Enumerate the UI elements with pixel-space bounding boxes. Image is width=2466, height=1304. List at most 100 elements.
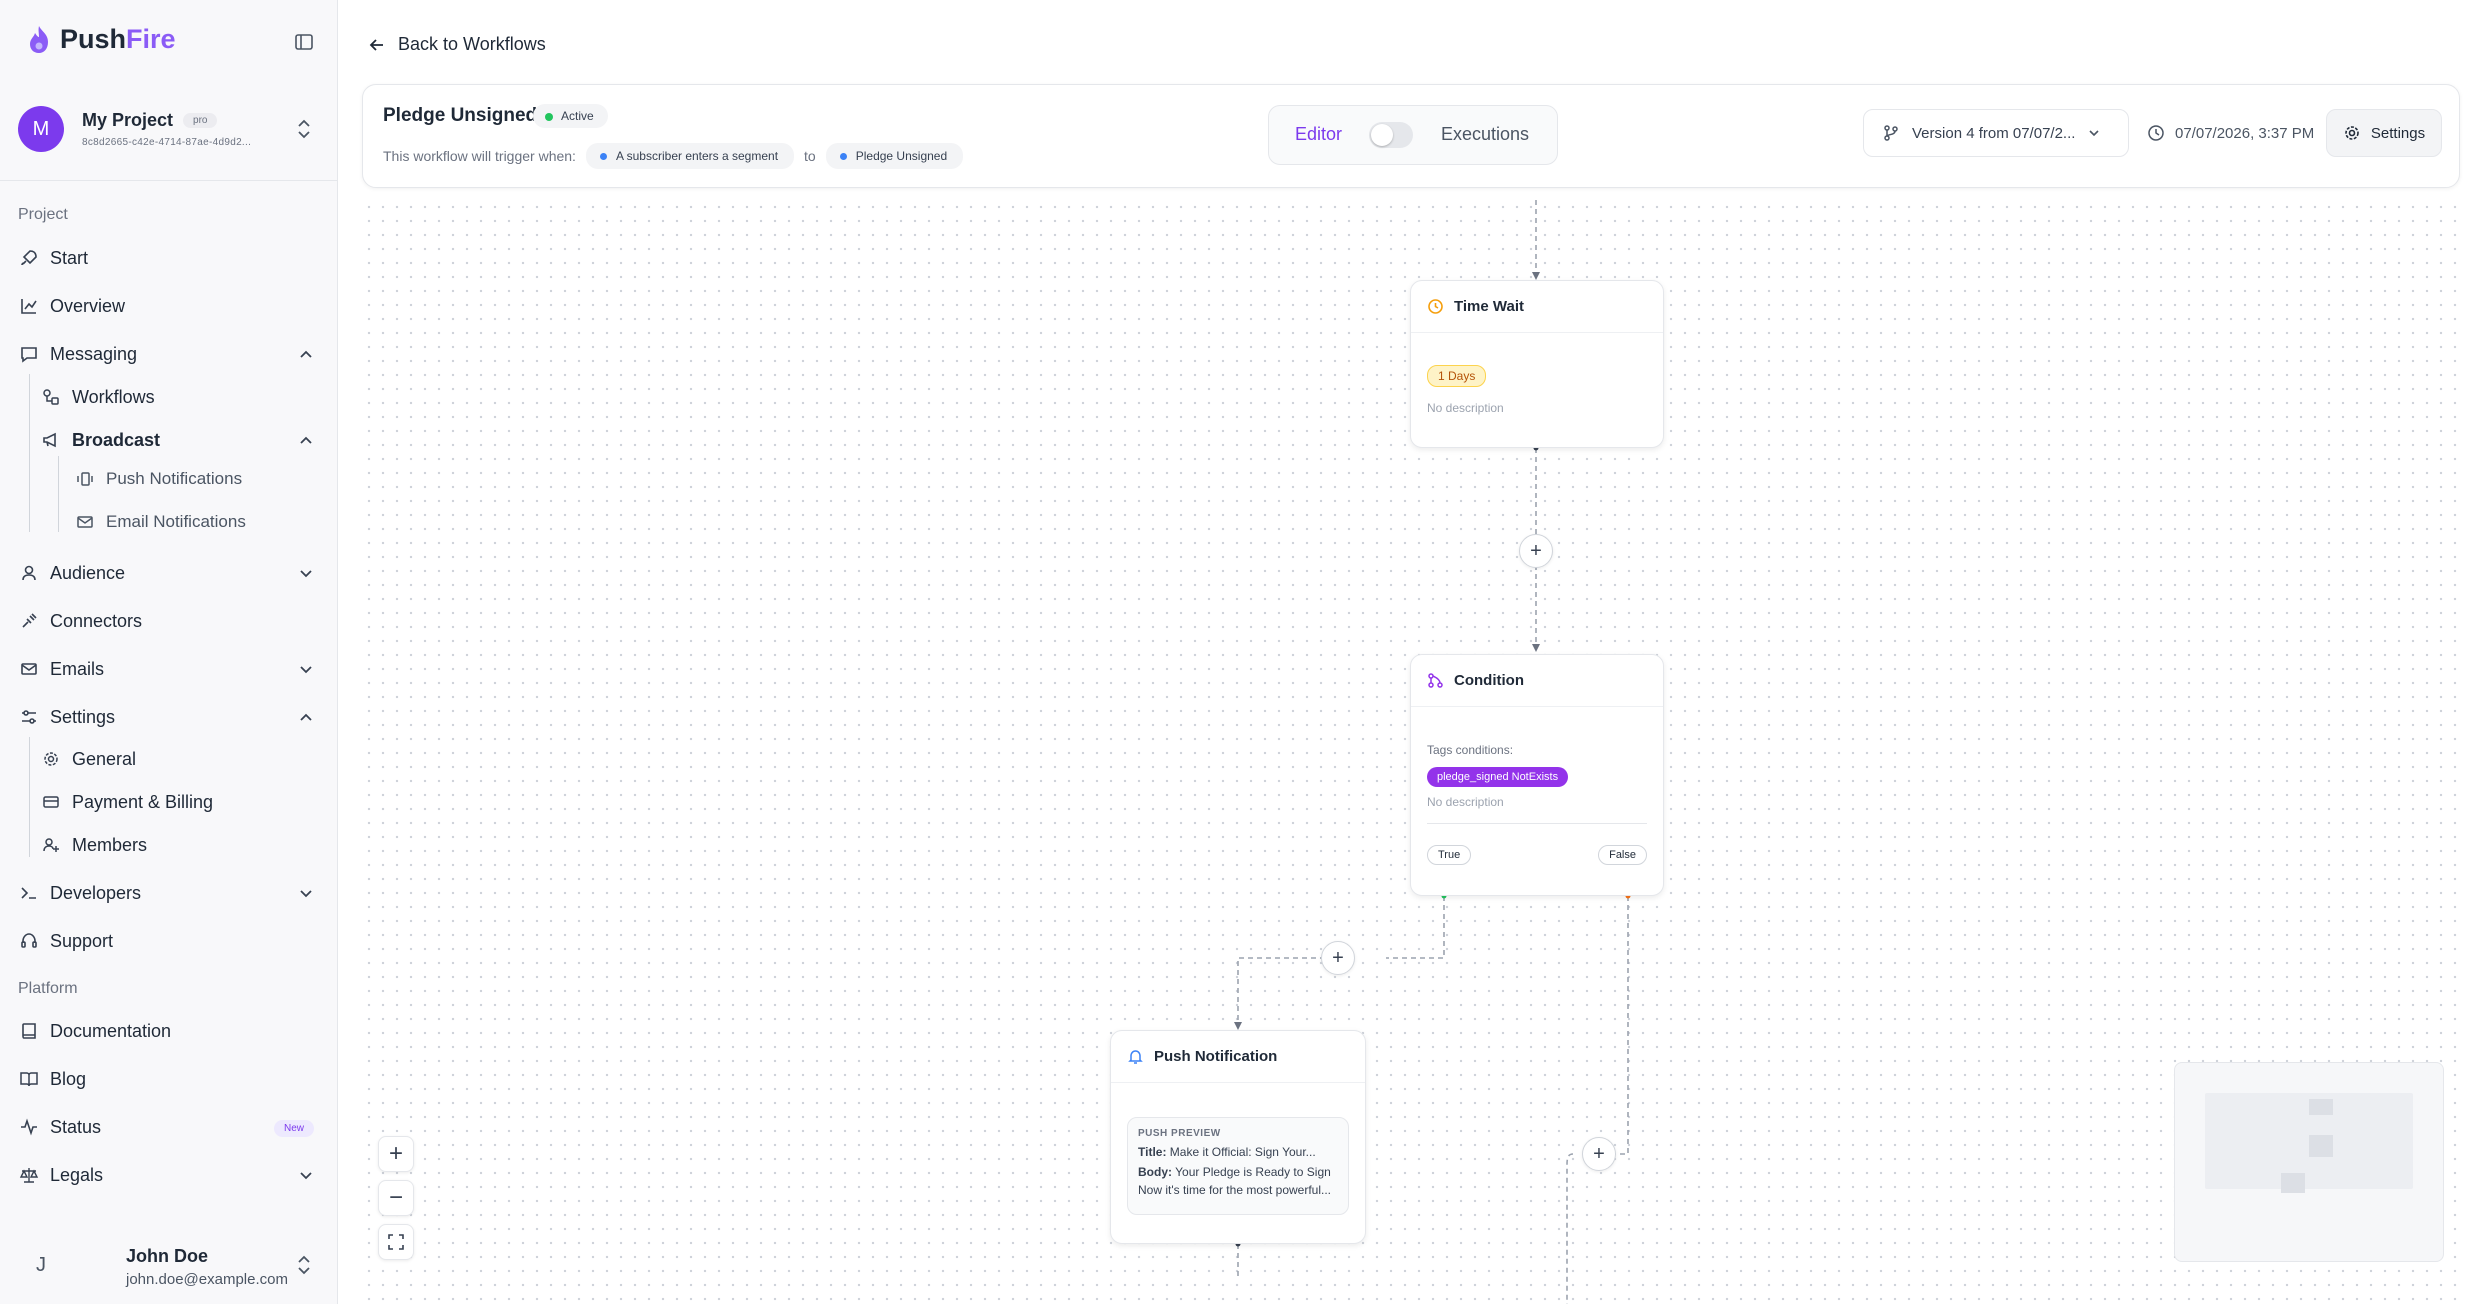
- gear-icon: [2345, 126, 2359, 140]
- gear-icon: [40, 748, 62, 770]
- user-menu[interactable]: J John Doe john.doe@example.com: [0, 1236, 338, 1296]
- chevron-down-icon[interactable]: [296, 883, 316, 903]
- tree-line: [29, 374, 30, 532]
- sidebar-item-push-notifications[interactable]: Push Notifications: [74, 465, 242, 493]
- workflow-icon: [40, 386, 62, 408]
- node-push-notification[interactable]: Push Notification PUSH PREVIEW Title: Ma…: [1110, 1030, 1366, 1244]
- sidebar-item-messaging[interactable]: Messaging: [18, 340, 137, 368]
- mode-switch[interactable]: [1369, 122, 1413, 148]
- trigger-event-pill[interactable]: A subscriber enters a segment: [585, 143, 795, 169]
- sidebar-item-overview[interactable]: Overview: [18, 292, 125, 320]
- back-to-workflows-link[interactable]: Back to Workflows: [368, 34, 546, 55]
- sidebar-item-members[interactable]: Members: [40, 831, 147, 859]
- mode-toggle: Editor Executions: [1268, 105, 1558, 165]
- workflow-header: Pledge Unsigned Active This workflow wil…: [362, 84, 2460, 188]
- add-step-button[interactable]: +: [1321, 941, 1355, 975]
- sidebar-item-documentation[interactable]: Documentation: [18, 1017, 171, 1045]
- chevron-down-icon: [2089, 130, 2100, 137]
- vibrate-icon: [74, 468, 96, 490]
- zoom-out-button[interactable]: −: [378, 1180, 414, 1216]
- user-plus-icon: [40, 834, 62, 856]
- tab-executions[interactable]: Executions: [1441, 124, 1529, 145]
- sidebar-item-general[interactable]: General: [40, 745, 136, 773]
- user-email: john.doe@example.com: [126, 1271, 288, 1288]
- sidebar-item-support[interactable]: Support: [18, 927, 113, 955]
- chevron-up-icon[interactable]: [296, 707, 316, 727]
- sidebar-item-connectors[interactable]: Connectors: [18, 607, 142, 635]
- sidebar-item-payment-billing[interactable]: Payment & Billing: [40, 788, 213, 816]
- sidebar-item-status[interactable]: Status: [18, 1113, 101, 1141]
- plus-icon: +: [388, 1140, 403, 1167]
- tag-condition-chip: pledge_signed NotExists: [1427, 767, 1569, 787]
- credit-card-icon: [40, 791, 62, 813]
- minimap[interactable]: [2174, 1062, 2444, 1262]
- chevron-up-icon[interactable]: [296, 430, 316, 450]
- section-label-project: Project: [18, 206, 68, 223]
- branch-true-label: True: [1427, 845, 1472, 865]
- node-time-wait[interactable]: Time Wait 1 Days No description: [1410, 280, 1664, 448]
- activity-icon: [18, 1116, 40, 1138]
- book-icon: [18, 1020, 40, 1042]
- sidebar-item-emails[interactable]: Emails: [18, 655, 104, 683]
- sidebar-item-workflows[interactable]: Workflows: [40, 383, 155, 411]
- user-avatar: J: [36, 1254, 46, 1276]
- chevron-down-icon[interactable]: [296, 563, 316, 583]
- sidebar-toggle-icon[interactable]: [294, 32, 316, 52]
- sidebar: PushFire M My Project pro 8c8d2665-c42e-4…: [0, 0, 338, 1304]
- scale-icon: [18, 1164, 40, 1186]
- sidebar-item-start[interactable]: Start: [18, 244, 88, 272]
- user-icon: [18, 562, 40, 584]
- node-title: Push Notification: [1154, 1048, 1278, 1065]
- new-badge: New: [274, 1120, 315, 1137]
- node-condition[interactable]: Condition Tags conditions: pledge_signed…: [1410, 654, 1664, 896]
- brand-logo[interactable]: PushFire: [26, 24, 176, 55]
- sidebar-item-developers[interactable]: Developers: [18, 879, 141, 907]
- zoom-in-button[interactable]: +: [378, 1136, 414, 1172]
- chevron-up-icon[interactable]: [296, 344, 316, 364]
- book-open-icon: [18, 1068, 40, 1090]
- node-description: No description: [1427, 795, 1504, 809]
- sidebar-item-settings[interactable]: Settings: [18, 703, 115, 731]
- chart-line-icon: [18, 295, 40, 317]
- sidebar-item-audience[interactable]: Audience: [18, 559, 125, 587]
- minus-icon: −: [388, 1184, 403, 1211]
- duration-badge: 1 Days: [1427, 365, 1487, 387]
- git-branch-icon: [1884, 125, 1898, 141]
- add-step-button[interactable]: +: [1582, 1137, 1616, 1171]
- sidebar-item-blog[interactable]: Blog: [18, 1065, 86, 1093]
- mail-icon: [18, 658, 40, 680]
- megaphone-icon: [40, 429, 62, 451]
- headset-icon: [18, 930, 40, 952]
- fit-view-button[interactable]: [378, 1224, 414, 1260]
- sidebar-item-email-notifications[interactable]: Email Notifications: [74, 508, 246, 536]
- add-step-button[interactable]: +: [1519, 534, 1553, 568]
- sidebar-item-broadcast[interactable]: Broadcast: [40, 426, 160, 454]
- divider: [0, 180, 338, 181]
- version-select[interactable]: Version 4 from 07/07/2...: [1863, 109, 2129, 157]
- settings-button[interactable]: Settings: [2326, 109, 2442, 157]
- project-avatar: M: [18, 106, 64, 152]
- bell-icon: [1128, 1050, 1143, 1064]
- push-preview: PUSH PREVIEW Title: Make it Official: Si…: [1127, 1117, 1349, 1215]
- clock-icon: [2148, 125, 2164, 141]
- node-title: Condition: [1454, 672, 1524, 689]
- chevron-down-icon[interactable]: [296, 1165, 316, 1185]
- tab-editor[interactable]: Editor: [1295, 124, 1342, 145]
- plan-badge: pro: [183, 113, 218, 128]
- tree-line: [58, 456, 59, 532]
- user-name: John Doe: [126, 1246, 209, 1266]
- terminal-icon: [18, 882, 40, 904]
- tags-conditions-label: Tags conditions:: [1427, 743, 1514, 757]
- project-switcher[interactable]: M My Project pro 8c8d2665-c42e-4714-87ae-…: [14, 96, 322, 162]
- sliders-icon: [18, 706, 40, 728]
- node-description: No description: [1427, 401, 1504, 415]
- tree-line: [29, 737, 30, 857]
- workflow-canvas[interactable]: Time Wait 1 Days No description + Condit…: [362, 200, 2466, 1304]
- sidebar-item-legals[interactable]: Legals: [18, 1161, 103, 1189]
- clock-icon: [1428, 299, 1443, 314]
- brand-name: PushFire: [60, 24, 176, 54]
- message-square-icon: [18, 343, 40, 365]
- chevron-down-icon[interactable]: [296, 659, 316, 679]
- node-title: Time Wait: [1454, 298, 1525, 315]
- trigger-segment-pill[interactable]: Pledge Unsigned: [825, 143, 964, 169]
